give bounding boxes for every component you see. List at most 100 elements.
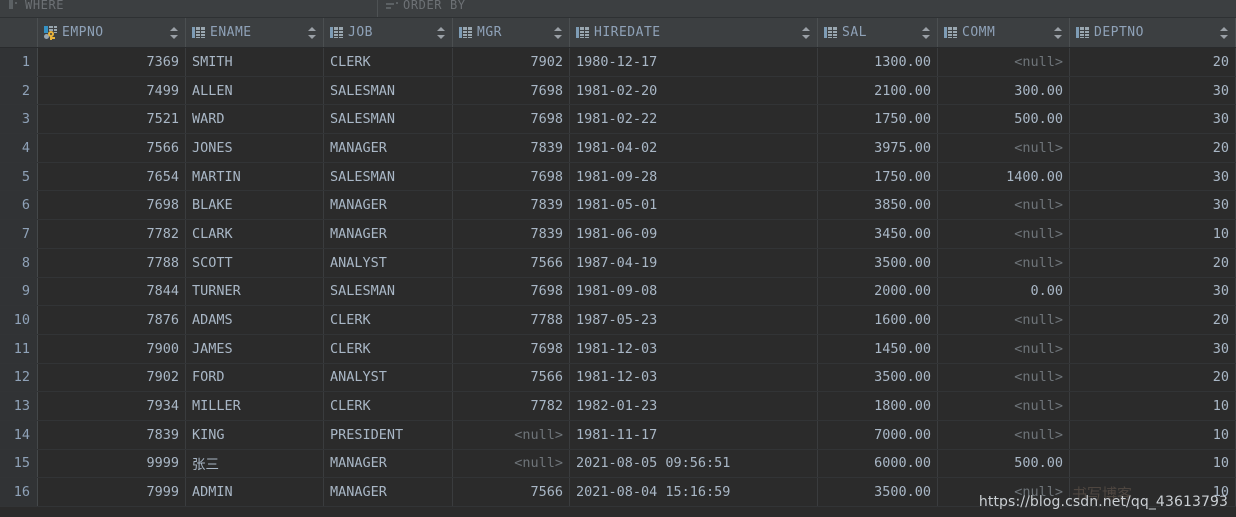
cell-empno[interactable]: 9999 [38,449,186,478]
cell-comm[interactable]: <null> [938,48,1070,76]
cell-sal[interactable]: 3500.00 [818,248,938,277]
cell-job[interactable]: CLERK [324,392,453,420]
cell-empno[interactable]: 7876 [38,306,186,334]
cell-sal[interactable]: 6000.00 [818,449,938,478]
cell-hiredate[interactable]: 1981-04-02 [570,134,818,162]
cell-deptno[interactable]: 10 [1070,478,1236,506]
row-number[interactable]: 1 [0,48,38,76]
where-filter-field[interactable]: WHERE [0,0,378,17]
table-row[interactable]: 9 7844 TURNER SALESMAN 7698 1981-09-08 2000.00… [0,277,1236,307]
cell-comm[interactable]: 0.00 [938,277,1070,306]
cell-ename[interactable]: CLARK [186,220,324,248]
cell-sal[interactable]: 3975.00 [818,134,938,162]
cell-job[interactable]: MANAGER [324,478,453,506]
cell-comm[interactable]: <null> [938,334,1070,363]
sort-toggle-icon[interactable] [554,26,563,40]
cell-ename[interactable]: KING [186,420,324,449]
cell-mgr[interactable]: 7566 [453,363,570,392]
cell-job[interactable]: MANAGER [324,134,453,162]
cell-sal[interactable]: 7000.00 [818,420,938,449]
cell-comm[interactable]: <null> [938,363,1070,392]
cell-empno[interactable]: 7782 [38,220,186,248]
cell-ename[interactable]: WARD [186,105,324,134]
cell-hiredate[interactable]: 1981-11-17 [570,420,818,449]
table-row[interactable]: 2 7499 ALLEN SALESMAN 7698 1981-02-20 2100.00 3… [0,76,1236,106]
column-header-ename[interactable]: ENAME [186,18,324,47]
row-number[interactable]: 15 [0,449,38,478]
cell-job[interactable]: ANALYST [324,248,453,277]
cell-comm[interactable]: 300.00 [938,76,1070,105]
cell-deptno[interactable]: 10 [1070,449,1236,478]
cell-mgr[interactable]: 7698 [453,334,570,363]
cell-mgr[interactable]: 7566 [453,248,570,277]
cell-sal[interactable]: 1750.00 [818,105,938,134]
column-header-comm[interactable]: COMM [938,18,1070,47]
cell-ename[interactable]: SMITH [186,48,324,76]
cell-deptno[interactable]: 20 [1070,306,1236,334]
table-row[interactable]: 5 7654 MARTIN SALESMAN 7698 1981-09-28 1750.00… [0,162,1236,192]
cell-deptno[interactable]: 20 [1070,363,1236,392]
cell-hiredate[interactable]: 1987-05-23 [570,306,818,334]
cell-deptno[interactable]: 20 [1070,48,1236,76]
cell-ename[interactable]: FORD [186,363,324,392]
cell-empno[interactable]: 7900 [38,334,186,363]
row-number[interactable]: 11 [0,334,38,363]
sort-toggle-icon[interactable] [1054,26,1063,40]
cell-mgr[interactable]: <null> [453,449,570,478]
cell-job[interactable]: SALESMAN [324,105,453,134]
cell-ename[interactable]: JONES [186,134,324,162]
cell-ename[interactable]: BLAKE [186,191,324,220]
sort-toggle-icon[interactable] [170,26,179,40]
cell-hiredate[interactable]: 1987-04-19 [570,248,818,277]
cell-sal[interactable]: 1750.00 [818,162,938,191]
cell-ename[interactable]: MILLER [186,392,324,420]
cell-sal[interactable]: 1800.00 [818,392,938,420]
cell-hiredate[interactable]: 1981-09-08 [570,277,818,306]
table-row[interactable]: 6 7698 BLAKE MANAGER 7839 1981-05-01 3850.00 <n… [0,191,1236,221]
row-number[interactable]: 8 [0,248,38,277]
cell-hiredate[interactable]: 1981-02-22 [570,105,818,134]
cell-comm[interactable]: <null> [938,248,1070,277]
cell-mgr[interactable]: 7566 [453,478,570,506]
row-number[interactable]: 3 [0,105,38,134]
cell-sal[interactable]: 2100.00 [818,76,938,105]
table-row[interactable]: 16 7999 ADMIN MANAGER 7566 2021-08-04 15:16:5… [0,478,1236,507]
row-number[interactable]: 10 [0,306,38,334]
table-row[interactable]: 15 9999 张三 MANAGER <null> 2021-08-05 09:56:51… [0,449,1236,479]
table-row[interactable]: 4 7566 JONES MANAGER 7839 1981-04-02 3975.00 <n… [0,134,1236,163]
cell-job[interactable]: MANAGER [324,191,453,220]
cell-deptno[interactable]: 10 [1070,420,1236,449]
cell-empno[interactable]: 7902 [38,363,186,392]
cell-sal[interactable]: 3500.00 [818,478,938,506]
row-number[interactable]: 4 [0,134,38,162]
column-header-empno[interactable]: EMPNO [38,18,186,47]
table-row[interactable]: 13 7934 MILLER CLERK 7782 1982-01-23 1800.00 <n… [0,392,1236,421]
cell-job[interactable]: ANALYST [324,363,453,392]
sort-toggle-icon[interactable] [922,26,931,40]
cell-sal[interactable]: 2000.00 [818,277,938,306]
cell-empno[interactable]: 7839 [38,420,186,449]
cell-comm[interactable]: 1400.00 [938,162,1070,191]
cell-hiredate[interactable]: 1981-06-09 [570,220,818,248]
table-row[interactable]: 8 7788 SCOTT ANALYST 7566 1987-04-19 3500.00 <n… [0,248,1236,278]
cell-hiredate[interactable]: 1981-12-03 [570,334,818,363]
row-number[interactable]: 2 [0,76,38,105]
cell-deptno[interactable]: 30 [1070,105,1236,134]
cell-hiredate[interactable]: 1981-12-03 [570,363,818,392]
cell-sal[interactable]: 3850.00 [818,191,938,220]
cell-comm[interactable]: 500.00 [938,449,1070,478]
cell-deptno[interactable]: 20 [1070,134,1236,162]
column-header-sal[interactable]: SAL [818,18,938,47]
cell-comm[interactable]: <null> [938,191,1070,220]
cell-mgr[interactable]: 7698 [453,105,570,134]
cell-deptno[interactable]: 30 [1070,277,1236,306]
table-row[interactable]: 11 7900 JAMES CLERK 7698 1981-12-03 1450.00 <nu… [0,334,1236,364]
cell-hiredate[interactable]: 1981-05-01 [570,191,818,220]
cell-hiredate[interactable]: 1982-01-23 [570,392,818,420]
cell-ename[interactable]: MARTIN [186,162,324,191]
cell-mgr[interactable]: 7788 [453,306,570,334]
cell-deptno[interactable]: 10 [1070,220,1236,248]
column-header-job[interactable]: JOB [324,18,453,47]
cell-mgr[interactable]: <null> [453,420,570,449]
row-number[interactable]: 13 [0,392,38,420]
